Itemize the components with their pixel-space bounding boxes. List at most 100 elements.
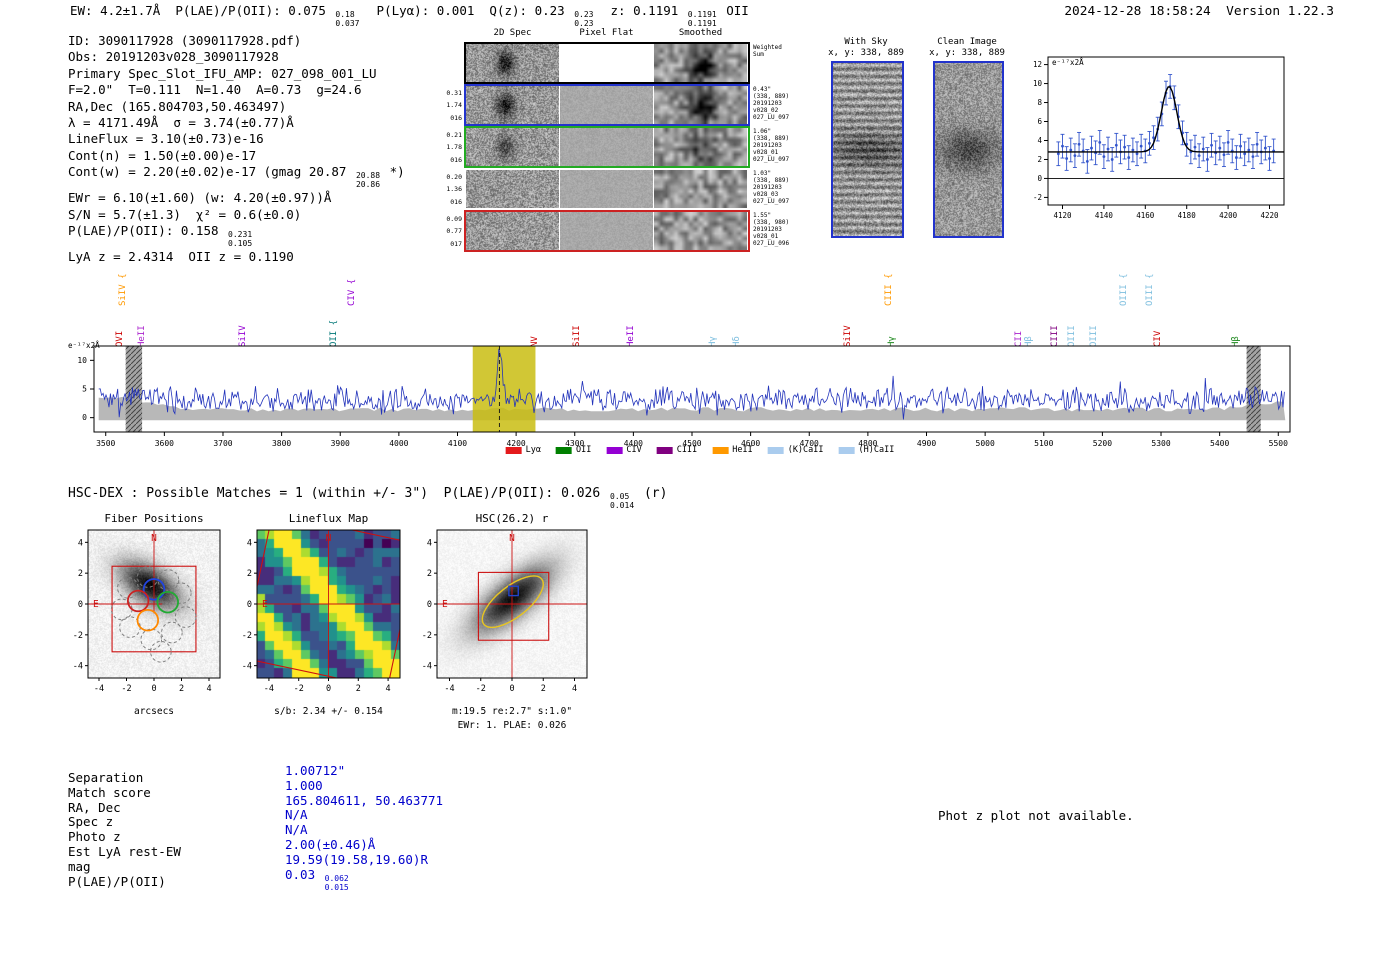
photz-note: Phot z plot not available. [938,808,1134,823]
legend-label: CIII [676,445,698,455]
tick-label: 0 [427,600,432,610]
cutout-smooth-image [654,86,747,124]
tick-label: -2 [476,684,486,694]
tick-label: -2 [73,631,83,641]
info-line: LineFlux = 3.10(±0.73)e-16 [68,131,405,147]
cutout-row-weights: 0.31 1.74 016 [446,89,462,122]
cutout-col-header: Pixel Flat [579,28,634,38]
cutout-spec-image [466,212,559,250]
data-point [1106,147,1110,151]
data-point [1218,146,1222,150]
panel-overlay-group [88,530,197,663]
panel-xlabel2: EWr: 1. PLAE: 0.026 [457,720,567,731]
data-point [1222,153,1226,157]
cutout-row-info: 1.03" (338, 889) 20191203 v028_03 027_LU… [753,170,790,205]
match-value: 0.03 0.062 0.015 [285,866,349,892]
panel-overlay-group [437,530,587,678]
cutout-flat-image [560,86,653,124]
match-row: Photo z N/A [68,822,443,845]
compass-north: N [326,533,332,544]
data-point [1061,144,1064,148]
tick-label: 0 [326,684,331,694]
tick-label: -2 [242,631,252,641]
data-point [1247,148,1251,152]
with-sky-coords: x, y: 338, 889 [828,48,904,58]
legend-item: Lyα [505,445,541,455]
tick-label: 0 [509,684,514,694]
cutout-spec-image [466,86,559,124]
tick-label: 4 [206,684,211,694]
cutout-col-header: 2D Spec [493,28,532,38]
cutout-flat-image [560,170,653,208]
panel-title: Lineflux Map [288,512,369,525]
tick-label: 4100 [448,439,467,448]
tick-label: 5200 [1093,439,1112,448]
match-value: 2.00(±0.46)Å [285,836,376,852]
text-segment: Cont(n) = 1.50(±0.00)e-17 [68,147,257,163]
clean-image [933,61,1004,238]
match-value: N/A [285,807,308,823]
match-value: 19.59(19.58,19.60)R [285,851,428,867]
match-label: Match score [68,784,151,800]
fraction-limits: 0.23 0.23 [574,10,593,29]
data-point [1243,152,1247,156]
legend-label: CIV [626,445,642,455]
panel-hsc-r: HSC(26.2) r -4 -4 -2 -2 0 0 2 2 4 4 N Em:19.5 re:2.7… [399,512,625,744]
match-value: 1.00712" [285,763,346,778]
info-line: S/N = 5.7(±1.3) χ² = 0.6(±0.0) [68,207,405,223]
text-segment: P(Lyα): 0.001 Q(z): 0.23 [361,3,573,18]
hsc-header: HSC-DEX : Possible Matches = 1 (within +… [68,486,667,511]
tick-label: 2 [356,684,361,694]
cutout-flat-image [560,44,653,82]
data-point [1135,152,1139,156]
info-line: F=2.0" T=0.111 N=1.40 A=0.73 g=24.6 [68,82,405,98]
match-row: Separation 1.00712" [68,763,443,786]
tick-label: 5000 [976,439,995,448]
zoom-spectrum-plot: -2 0 2 4 6 8 10 12 4120 4140 4160 4180 4200 4220 e⁻¹⁷x… [1033,56,1285,220]
tick-label: -2 [294,684,304,694]
legend-swatch [606,446,623,454]
info-block: ID: 3090117928 (3090117928.pdf) Obs: 2019… [68,33,405,265]
tick-label: 5300 [1151,439,1170,448]
cutout-row-info: 0.43" (338, 889) 20191203 v028_02 027_LU… [753,86,790,121]
galaxy-ellipse [481,575,544,629]
compass-north: N [509,533,515,544]
legend-swatch [505,446,522,454]
info-line: LyA z = 2.4314 OII z = 0.1190 [68,249,405,265]
text-segment: LyA z = 2.4314 OII z = 0.1190 [68,248,294,264]
tick-label: -4 [73,662,83,672]
info-line: ID: 3090117928 (3090117928.pdf) [68,33,405,49]
data-point [1263,146,1267,150]
tick-label: 2 [179,684,184,694]
data-point [1268,157,1271,160]
compass-east: E [93,599,99,610]
panel-title: Fiber Positions [104,512,204,525]
legend-item: (H)CaII [838,445,894,455]
text-segment: OII [718,3,749,18]
data-point [1127,156,1131,159]
legend-swatch [556,446,573,454]
tick-label: 5 [82,385,87,394]
text-segment: RA,Dec (165.804703,50.463497) [68,98,287,114]
fraction-limits: 20.88 20.86 [355,171,381,190]
with-sky-image [831,61,904,238]
fiber-circle [117,577,139,599]
text-segment: Cont(w) = 2.20(±0.02)e-17 (gmag 20.87 [68,164,354,180]
tick-label: -4 [242,662,252,672]
tick-label: 2 [541,684,546,694]
tick-label: 5400 [1210,439,1229,448]
match-label: Photo z [68,829,121,845]
match-value: 1.000 [285,777,323,793]
tick-label: -4 [444,684,454,694]
text-segment: *) [382,164,405,180]
header-stats: EW: 4.2±1.7Å P(LAE)/P(OII): 0.075 0.18 0.… [70,3,749,29]
data-point [1110,158,1114,161]
match-label: Separation [68,770,144,785]
match-row: Spec z N/A [68,808,443,830]
info-line: Obs: 20191203v028_3090117928 [68,49,405,65]
fraction-sub: 20.86 [355,180,381,190]
tick-label: 4140 [1095,211,1114,220]
info-line: RA,Dec (165.804703,50.463497) [68,99,405,115]
match-value: N/A [285,822,308,838]
tick-label: 4220 [1260,211,1279,220]
